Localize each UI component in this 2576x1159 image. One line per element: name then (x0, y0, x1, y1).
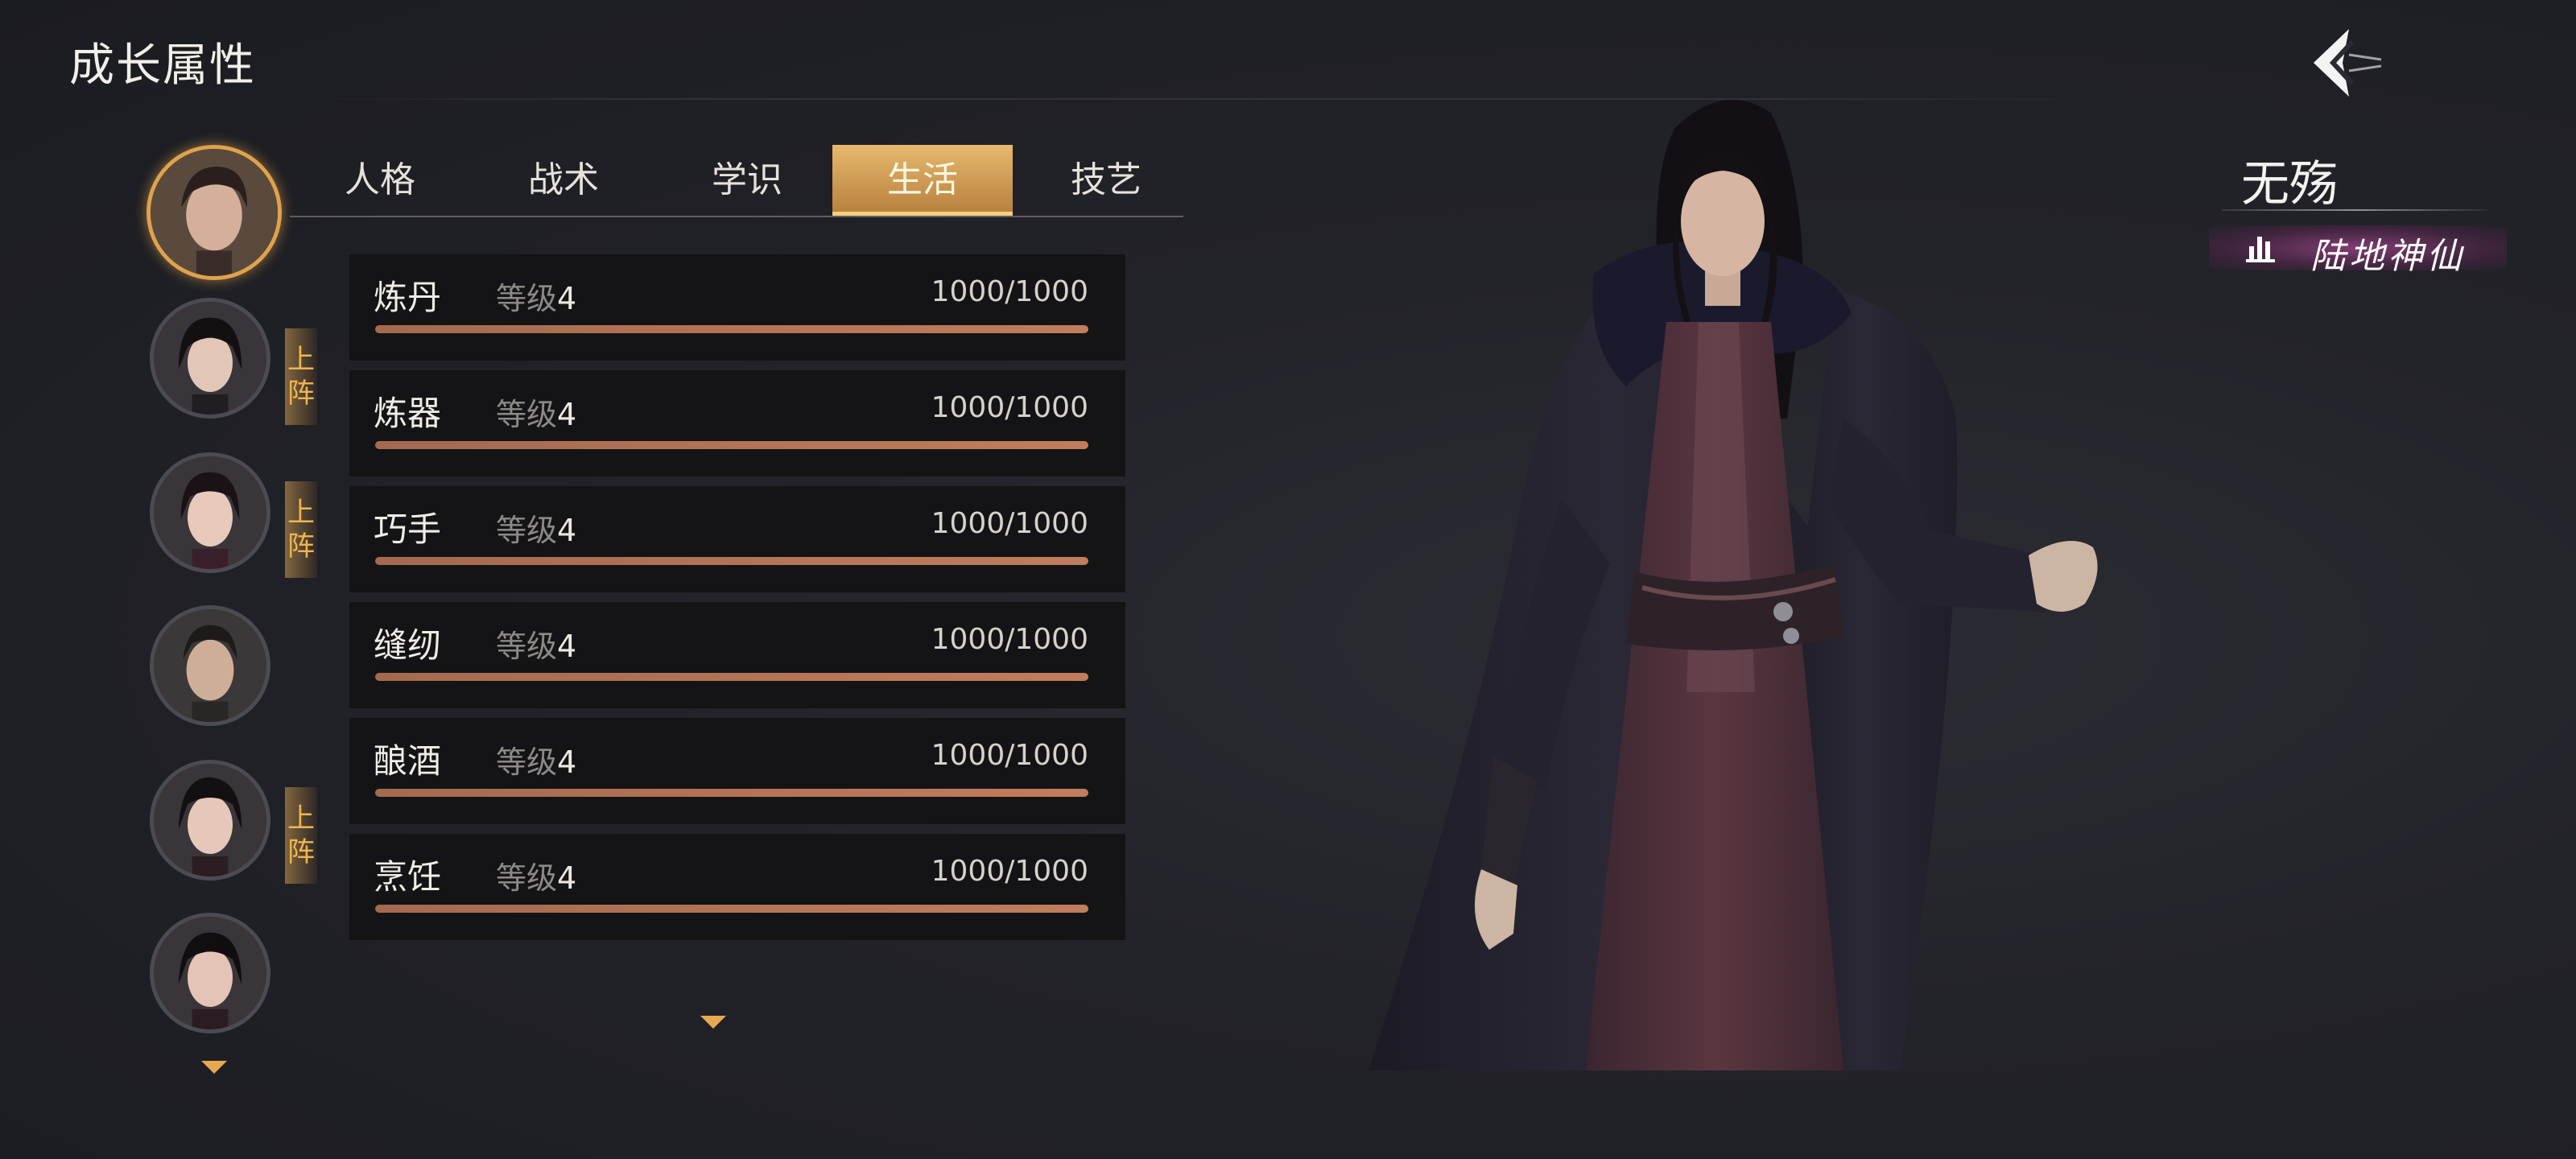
roster-avatar-6[interactable] (150, 913, 270, 1033)
character-figure-icon (1368, 100, 2098, 1070)
deployed-badge: 上阵 (285, 787, 317, 884)
skill-name: 烹饪 (374, 857, 442, 897)
progress-fill (375, 673, 1088, 681)
progress-bar (375, 325, 1088, 333)
skill-level: 等级4 (496, 281, 577, 316)
list-item: 缝纫 等级4 1000/1000 (349, 602, 1125, 708)
skill-xp: 1000/1000 (931, 391, 1088, 424)
realm-rank-icon (2246, 237, 2275, 262)
roster-avatar-4[interactable] (150, 605, 270, 726)
skill-xp: 1000/1000 (931, 855, 1088, 888)
skill-name: 巧手 (374, 509, 442, 549)
back-arrow-icon (2314, 29, 2410, 97)
progress-fill (375, 905, 1088, 913)
progress-bar (375, 905, 1088, 913)
progress-bar (375, 673, 1088, 681)
character-model (1320, 80, 2190, 1095)
list-item: 巧手 等级4 1000/1000 (349, 486, 1125, 592)
skill-name: 炼器 (374, 394, 442, 433)
progress-fill (375, 325, 1088, 333)
skill-xp: 1000/1000 (931, 623, 1088, 656)
skill-name: 炼丹 (374, 278, 442, 317)
skill-list: 炼丹 等级4 1000/1000 炼器 等级4 1000/1000 巧手 等级4… (349, 254, 1125, 950)
character-portrait-icon (154, 917, 266, 1029)
roster-avatar-2[interactable] (150, 298, 270, 419)
list-item: 酿酒 等级4 1000/1000 (349, 718, 1125, 824)
list-item: 炼器 等级4 1000/1000 (349, 370, 1125, 476)
tab-life[interactable]: 生活 (832, 145, 1013, 216)
skill-xp: 1000/1000 (931, 739, 1088, 772)
skill-name: 缝纫 (374, 625, 442, 665)
name-divider (2222, 209, 2487, 211)
skill-xp: 1000/1000 (931, 507, 1088, 540)
realm-banner: 陆地神仙 (2209, 225, 2507, 277)
character-portrait-icon (151, 149, 278, 276)
progress-bar (375, 789, 1088, 797)
character-portrait-icon (154, 302, 266, 415)
skill-level: 等级4 (496, 397, 577, 432)
page-title: 成长属性 (69, 39, 256, 92)
character-portrait-icon (154, 764, 266, 876)
chevron-down-icon[interactable] (700, 1016, 726, 1029)
tab-personality[interactable]: 人格 (290, 145, 470, 216)
realm-label: 陆地神仙 (2310, 236, 2465, 277)
skill-level: 等级4 (496, 860, 577, 896)
tabs-underline (290, 216, 1183, 217)
back-button[interactable] (2302, 19, 2415, 108)
progress-fill (375, 441, 1088, 449)
deployed-badge: 上阵 (285, 481, 317, 578)
roster-avatar-3[interactable] (150, 452, 270, 573)
skill-level: 等级4 (496, 629, 577, 664)
list-item: 炼丹 等级4 1000/1000 (349, 254, 1125, 361)
deployed-badge: 上阵 (285, 328, 317, 425)
tab-knowledge[interactable]: 学识 (657, 145, 837, 216)
progress-fill (375, 789, 1088, 797)
character-portrait-icon (154, 609, 266, 722)
progress-bar (375, 441, 1088, 449)
tab-artistry[interactable]: 技艺 (1016, 145, 1196, 216)
skill-level: 等级4 (496, 744, 577, 780)
skill-xp: 1000/1000 (931, 275, 1088, 308)
skill-level: 等级4 (496, 513, 577, 548)
progress-bar (375, 557, 1088, 565)
category-tabs: 人格 战术 学识 生活 技艺 (290, 145, 1183, 217)
character-portrait-icon (154, 456, 266, 569)
progress-fill (375, 557, 1088, 565)
roster-avatar-1[interactable] (147, 145, 282, 280)
tab-tactics[interactable]: 战术 (473, 145, 654, 216)
chevron-down-icon[interactable] (201, 1061, 227, 1074)
character-name: 无殇 (2241, 156, 2338, 212)
list-item: 烹饪 等级4 1000/1000 (349, 834, 1125, 940)
roster-avatar-5[interactable] (150, 760, 270, 881)
skill-name: 酿酒 (374, 741, 442, 781)
